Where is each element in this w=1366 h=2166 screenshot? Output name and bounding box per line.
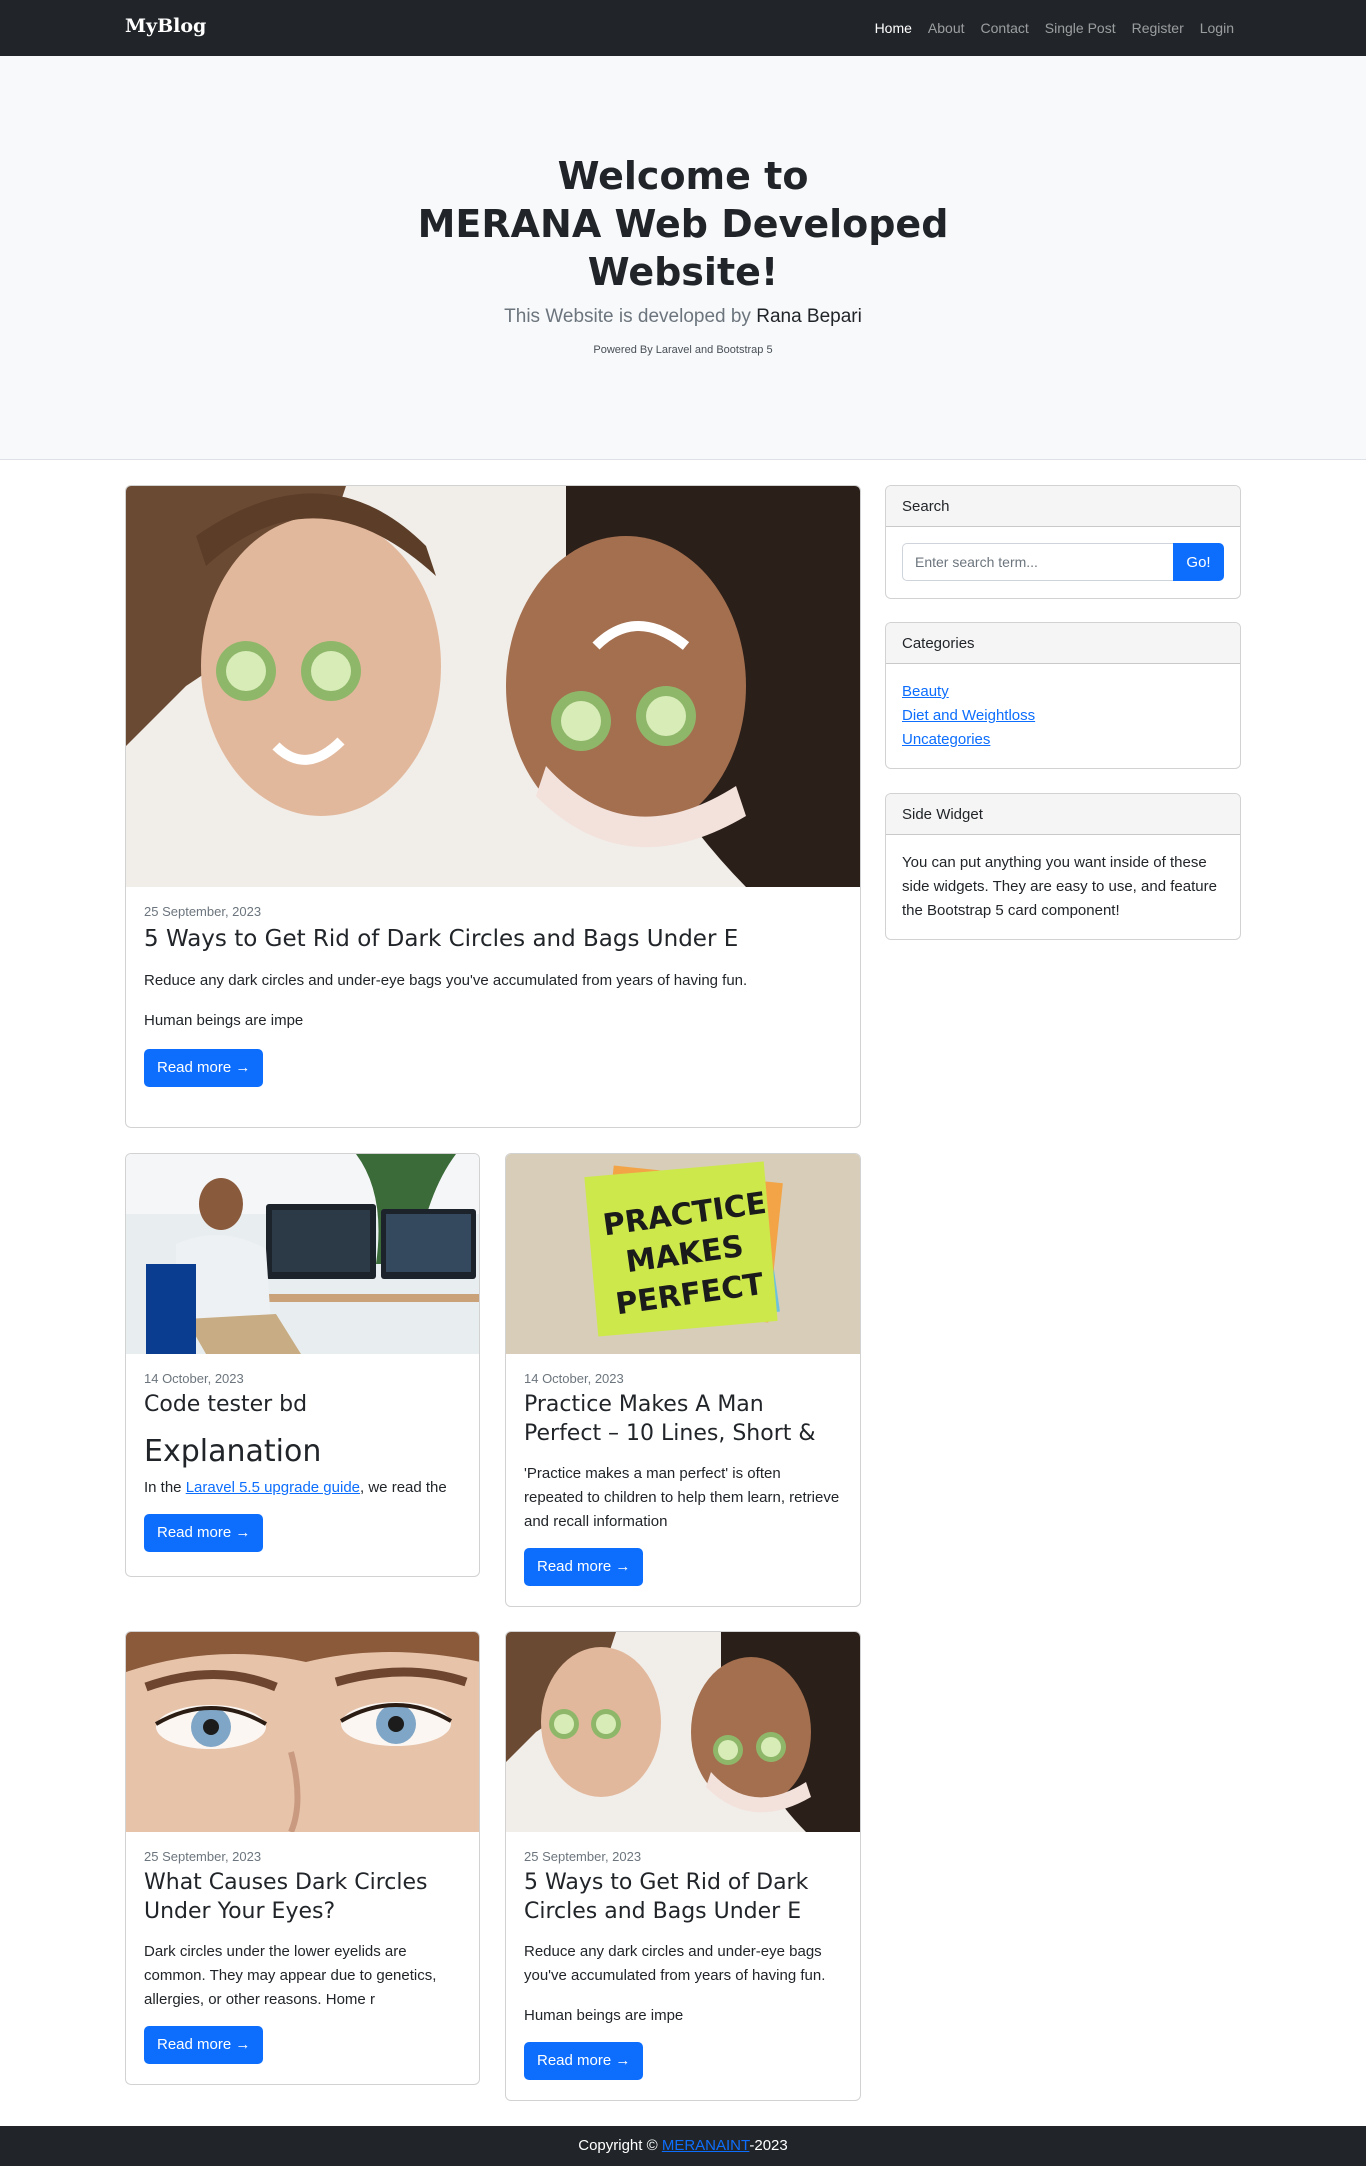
widget-body: Beauty Diet and Weightloss Uncategories bbox=[886, 664, 1240, 768]
post-excerpt: Reduce any dark circles and under-eye ba… bbox=[524, 1943, 826, 1984]
hero-lead: This Website is developed by Rana Bepari bbox=[0, 306, 1366, 328]
post-body: 14 October, 2023 Practice Makes A Man Pe… bbox=[506, 1371, 860, 1586]
post-body: 14 October, 2023 Code tester bd Explanat… bbox=[126, 1371, 479, 1552]
post-excerpt: Human beings are impe bbox=[524, 2007, 684, 2024]
featured-post-card: 25 September, 2023 5 Ways to Get Rid of … bbox=[125, 485, 861, 1128]
post-body: 25 September, 2023 What Causes Dark Circ… bbox=[126, 1849, 479, 2064]
post-image[interactable] bbox=[126, 1154, 479, 1354]
post-card: 14 October, 2023 Code tester bd Explanat… bbox=[125, 1153, 480, 1577]
footer-year: -2023 bbox=[749, 2137, 788, 2154]
post-excerpt-prefix: In the bbox=[144, 1479, 186, 1496]
search-input[interactable] bbox=[902, 543, 1173, 581]
eyes-closeup-image bbox=[126, 1632, 479, 1832]
post-excerpt: In the Laravel 5.5 upgrade guide, we rea… bbox=[144, 1476, 461, 1500]
featured-post-body: 25 September, 2023 5 Ways to Get Rid of … bbox=[126, 904, 860, 1087]
nav-login[interactable]: Login bbox=[1200, 20, 1234, 36]
post-subheading: Explanation bbox=[144, 1434, 322, 1469]
nav-about[interactable]: About bbox=[928, 20, 965, 36]
category-link-uncategories[interactable]: Uncategories bbox=[902, 728, 1224, 752]
post-title[interactable]: Practice Makes A Man Perfect – 10 Lines,… bbox=[524, 1390, 842, 1448]
hero-section: Welcome to MERANA Web Developed Website!… bbox=[0, 56, 1366, 460]
upgrade-guide-link[interactable]: Laravel 5.5 upgrade guide bbox=[186, 1479, 360, 1496]
post-date: 25 September, 2023 bbox=[524, 1849, 642, 1864]
post-date: 25 September, 2023 bbox=[144, 904, 262, 919]
post-date: 14 October, 2023 bbox=[524, 1371, 624, 1386]
sticky-note-image: PRACTICE MAKES PERFECT bbox=[506, 1154, 860, 1354]
read-more-button[interactable]: Read more → bbox=[144, 1514, 264, 1552]
nav-single-post[interactable]: Single Post bbox=[1045, 20, 1116, 36]
side-widget: Side Widget You can put anything you wan… bbox=[885, 793, 1241, 940]
post-body: 25 September, 2023 5 Ways to Get Rid of … bbox=[506, 1849, 860, 2080]
post-date: 14 October, 2023 bbox=[144, 1371, 244, 1386]
post-image[interactable]: PRACTICE MAKES PERFECT bbox=[506, 1154, 860, 1354]
post-excerpt: Dark circles under the lower eyelids are… bbox=[144, 1943, 437, 2008]
widget-body: Go! bbox=[886, 527, 1240, 597]
widget-body: You can put anything you want inside of … bbox=[902, 854, 1217, 919]
category-link-diet[interactable]: Diet and Weightloss bbox=[902, 704, 1224, 728]
developer-desk-image bbox=[126, 1154, 479, 1354]
search-form: Go! bbox=[902, 543, 1224, 581]
widget-header: Search bbox=[886, 486, 1240, 527]
read-more-button[interactable]: Read more → bbox=[144, 1049, 264, 1087]
featured-post-image[interactable] bbox=[126, 486, 860, 887]
hero-powered-by: Powered By Laravel and Bootstrap 5 bbox=[593, 344, 773, 356]
post-card: PRACTICE MAKES PERFECT 14 October, 2023 … bbox=[505, 1153, 861, 1607]
post-title[interactable]: 5 Ways to Get Rid of Dark Circles and Ba… bbox=[524, 1868, 842, 1926]
hero-title: Welcome to MERANA Web Developed Website! bbox=[383, 152, 983, 296]
read-more-button[interactable]: Read more → bbox=[144, 2026, 264, 2064]
nav-register[interactable]: Register bbox=[1132, 20, 1184, 36]
categories-widget: Categories Beauty Diet and Weightloss Un… bbox=[885, 622, 1241, 769]
post-excerpt-suffix: , we read the bbox=[360, 1479, 447, 1496]
footer-link[interactable]: MERANAINT bbox=[662, 2137, 750, 2154]
brand-logo[interactable]: MyBlog bbox=[125, 15, 206, 37]
hero-title-line: MERANA Web Developed bbox=[417, 202, 949, 246]
footer: Copyright © MERANAINT-2023 bbox=[0, 2126, 1366, 2166]
category-link-beauty[interactable]: Beauty bbox=[902, 680, 1224, 704]
search-button[interactable]: Go! bbox=[1173, 543, 1224, 581]
navbar: MyBlog Home About Contact Single Post Re… bbox=[0, 0, 1366, 56]
nav-home[interactable]: Home bbox=[875, 20, 912, 36]
post-excerpt: Reduce any dark circles and under-eye ba… bbox=[144, 972, 748, 989]
nav-contact[interactable]: Contact bbox=[981, 20, 1029, 36]
post-card: 25 September, 2023 5 Ways to Get Rid of … bbox=[505, 1631, 861, 2101]
nav-links: Home About Contact Single Post Register … bbox=[875, 0, 1234, 56]
hero-lead-author: Rana Bepari bbox=[756, 306, 862, 327]
women-cucumber-mask-image bbox=[506, 1632, 860, 1832]
post-excerpt: Human beings are impe bbox=[144, 1012, 304, 1029]
footer-copyright: Copyright © bbox=[578, 2137, 662, 2154]
hero-title-line: Website! bbox=[587, 250, 779, 294]
hero-title-line: Welcome to bbox=[557, 154, 809, 198]
post-title[interactable]: Code tester bd bbox=[144, 1390, 461, 1420]
post-excerpt: 'Practice makes a man perfect' is often … bbox=[524, 1465, 840, 1530]
post-image[interactable] bbox=[126, 1632, 479, 1832]
post-title[interactable]: What Causes Dark Circles Under Your Eyes… bbox=[144, 1868, 461, 1926]
post-title[interactable]: 5 Ways to Get Rid of Dark Circles and Ba… bbox=[144, 923, 842, 955]
widget-header: Side Widget bbox=[886, 794, 1240, 835]
post-date: 25 September, 2023 bbox=[144, 1849, 262, 1864]
post-image[interactable] bbox=[506, 1632, 860, 1832]
search-widget: Search Go! bbox=[885, 485, 1241, 599]
widget-header: Categories bbox=[886, 623, 1240, 664]
read-more-button[interactable]: Read more → bbox=[524, 2042, 644, 2080]
women-cucumber-mask-image bbox=[126, 486, 860, 887]
read-more-button[interactable]: Read more → bbox=[524, 1548, 644, 1586]
hero-lead-prefix: This Website is developed by bbox=[504, 306, 757, 327]
post-card: 25 September, 2023 What Causes Dark Circ… bbox=[125, 1631, 480, 2085]
